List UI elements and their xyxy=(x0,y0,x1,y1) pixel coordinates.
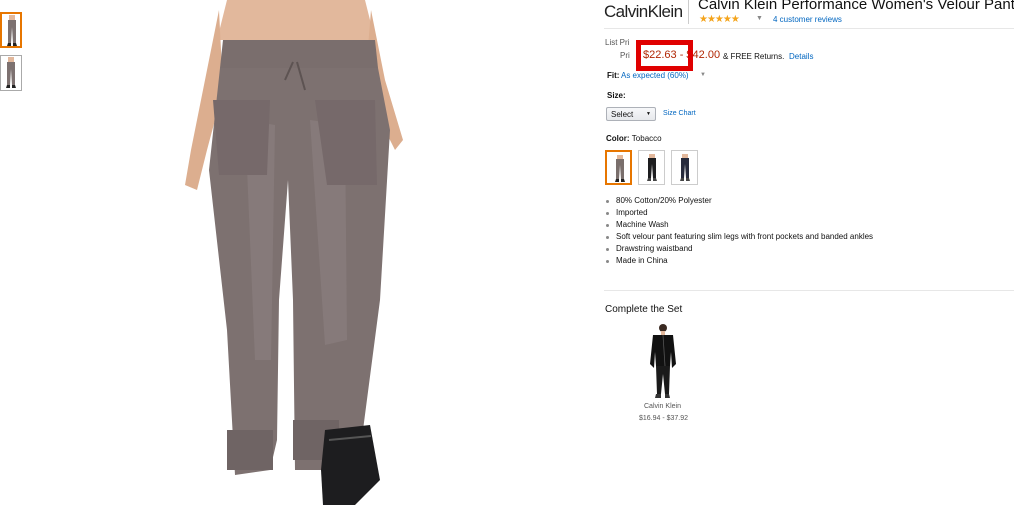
list-item: Made in China xyxy=(605,255,873,267)
size-selected-value: Select xyxy=(611,110,634,119)
set-item-price: $16.94 - $37.92 xyxy=(639,415,689,422)
price-label: Pri xyxy=(620,51,630,60)
fit-label: Fit: xyxy=(607,71,620,80)
list-item: Imported xyxy=(605,207,873,219)
set-item-brand[interactable]: Calvin Klein xyxy=(644,403,681,410)
brand-divider xyxy=(688,0,689,24)
color-swatch-tobacco[interactable] xyxy=(605,150,632,185)
rating-caret-icon[interactable]: ▼ xyxy=(756,15,763,22)
size-label: Size: xyxy=(607,91,626,100)
set-divider xyxy=(604,290,1014,291)
fit-value-link[interactable]: As expected (60%) xyxy=(621,71,689,80)
chevron-down-icon: ▼ xyxy=(646,111,651,117)
thumbnail-2[interactable] xyxy=(0,55,22,91)
title-divider xyxy=(604,28,1014,29)
list-item: Machine Wash xyxy=(605,219,873,231)
list-price-label: List Pri xyxy=(605,38,630,47)
fit-caret-icon[interactable]: ▼ xyxy=(700,72,706,78)
free-returns-text: & FREE Returns. xyxy=(723,52,785,61)
pant-thumbnail-icon xyxy=(6,57,16,88)
feature-bullets: 80% Cotton/20% Polyester Imported Machin… xyxy=(605,195,873,267)
customer-reviews-link[interactable]: 4 customer reviews xyxy=(773,15,842,24)
pant-swatch-icon xyxy=(615,155,625,182)
pant-swatch-icon xyxy=(647,154,657,181)
list-item: 80% Cotton/20% Polyester xyxy=(605,195,873,207)
jacket-product-image[interactable] xyxy=(644,322,682,398)
color-label: Color: Tobacco xyxy=(606,134,662,143)
product-title: Calvin Klein Performance Women's Velour … xyxy=(698,0,1014,13)
color-swatch-black[interactable] xyxy=(638,150,665,185)
complete-the-set-heading: Complete the Set xyxy=(605,304,683,315)
size-dropdown[interactable]: Select ▼ xyxy=(606,107,656,121)
color-swatch-navy[interactable] xyxy=(671,150,698,185)
brand-logo[interactable]: CalvinKlein xyxy=(604,2,683,22)
thumbnail-1[interactable] xyxy=(0,12,22,48)
list-item: Drawstring waistband xyxy=(605,243,873,255)
rating-stars-icon[interactable]: ★★★★★ xyxy=(699,14,740,25)
list-item: Soft velour pant featuring slim legs wit… xyxy=(605,231,873,243)
price-highlight-box xyxy=(636,40,693,71)
pant-thumbnail-icon xyxy=(7,15,17,46)
product-main-image[interactable] xyxy=(175,0,415,505)
color-value: Tobacco xyxy=(631,134,662,143)
pant-swatch-icon xyxy=(680,154,690,181)
size-chart-link[interactable]: Size Chart xyxy=(663,110,696,117)
details-link[interactable]: Details xyxy=(789,52,813,61)
